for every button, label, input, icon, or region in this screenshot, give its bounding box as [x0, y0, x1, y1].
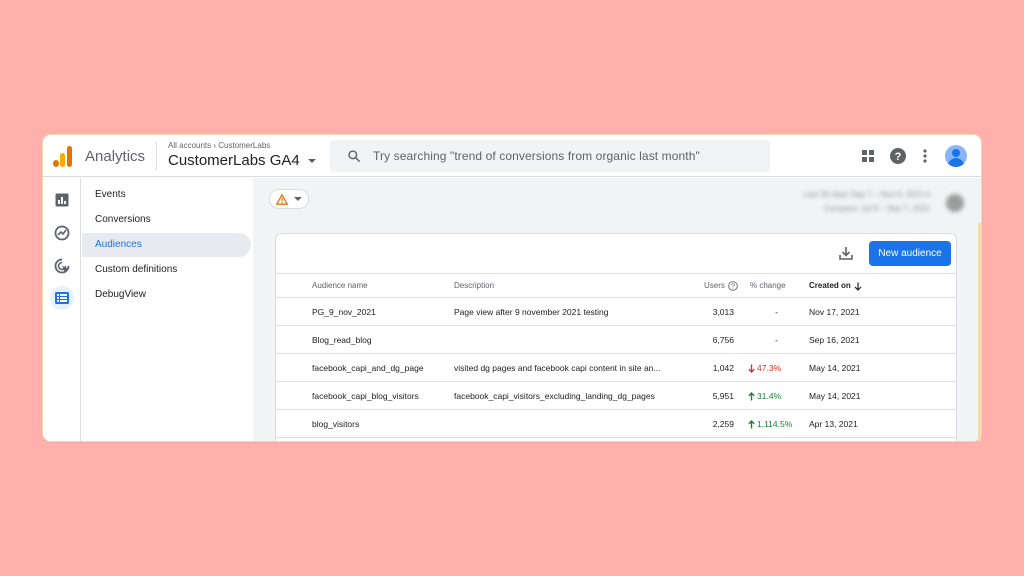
- audience-description: [454, 410, 674, 438]
- audience-created: May 14, 2021: [809, 391, 861, 401]
- audience-description: facebook_capi_visitors_excluding_landing…: [454, 391, 655, 401]
- audience-created: Nov 17, 2021: [809, 307, 860, 317]
- reports-icon[interactable]: [52, 190, 72, 210]
- audience-created: Apr 13, 2021: [809, 419, 858, 429]
- audience-users: 3,013: [712, 307, 734, 317]
- audience-description: [454, 326, 674, 354]
- header-description[interactable]: Description: [454, 274, 494, 298]
- account-breadcrumb[interactable]: All accounts › CustomerLabs: [168, 141, 270, 150]
- audience-created: Sep 16, 2021: [809, 335, 860, 345]
- arrow-upward-icon: [748, 391, 755, 400]
- svg-text:?: ?: [731, 284, 735, 291]
- search-bar[interactable]: Try searching "trend of conversions from…: [330, 140, 770, 172]
- audiences-card: New audience Audience name Description U…: [275, 233, 957, 441]
- audience-name[interactable]: facebook_capi_blog_visitors: [312, 382, 419, 410]
- audience-change: 1,114.5%: [748, 410, 792, 438]
- header-created-on-label: Created on: [809, 281, 851, 290]
- table-row[interactable]: blog_visitors 2,259 1,114.5% Apr 13, 202…: [276, 410, 956, 438]
- nav-item-debugview[interactable]: DebugView: [82, 283, 251, 307]
- top-bar: Analytics All accounts › CustomerLabs Cu…: [43, 135, 981, 177]
- configure-icon[interactable]: [50, 286, 74, 310]
- header-created-on[interactable]: Created on: [809, 274, 862, 298]
- scrollbar[interactable]: [978, 223, 981, 441]
- configure-nav: Events Conversions Audiences Custom defi…: [82, 178, 252, 441]
- audience-change: 31.4%: [748, 382, 781, 410]
- audience-name[interactable]: blog_visitors: [312, 410, 359, 438]
- warning-chip[interactable]: [269, 189, 309, 209]
- audience-users: 1,042: [712, 363, 734, 373]
- arrow-down-icon: [854, 282, 862, 291]
- audience-name[interactable]: Blog_read_blog: [312, 326, 372, 354]
- search-input[interactable]: Try searching "trend of conversions from…: [373, 149, 700, 163]
- arrow-downward-icon: [748, 364, 755, 373]
- analytics-logo-icon[interactable]: [53, 145, 73, 167]
- advertising-icon[interactable]: [52, 256, 72, 276]
- avatar[interactable]: [945, 145, 967, 167]
- audience-change: 47.3%: [748, 354, 781, 382]
- table-row[interactable]: PG_9_nov_2021 Page view after 9 november…: [276, 298, 956, 326]
- new-audience-button[interactable]: New audience: [869, 241, 951, 266]
- explore-icon[interactable]: [52, 223, 72, 243]
- audience-description: visited dg pages and facebook capi conte…: [454, 363, 661, 373]
- table-row[interactable]: Blog_read_blog 6,756 - Sep 16, 2021: [276, 326, 956, 354]
- left-rail: [43, 178, 81, 441]
- apps-grid-icon[interactable]: [859, 147, 877, 165]
- help-icon[interactable]: ?: [728, 281, 738, 291]
- search-icon: [348, 150, 360, 162]
- chevron-down-icon: [307, 158, 316, 163]
- header-audience-name[interactable]: Audience name: [312, 274, 368, 298]
- table-row[interactable]: facebook_capi_and_dg_page visited dg pag…: [276, 354, 956, 382]
- nav-item-events[interactable]: Events: [82, 183, 251, 207]
- date-range-selector[interactable]: Last 30 days Sep 7 – Nov 6, 2021 ▾ Compa…: [778, 184, 978, 224]
- nav-item-conversions[interactable]: Conversions: [82, 208, 251, 232]
- nav-item-audiences[interactable]: Audiences: [82, 233, 251, 257]
- main-content: Last 30 days Sep 7 – Nov 6, 2021 ▾ Compa…: [253, 178, 981, 441]
- date-range-compare: Compare: Jul 9 – Sep 7, 2021: [823, 204, 930, 213]
- audience-name[interactable]: facebook_capi_and_dg_page: [312, 354, 424, 382]
- date-range-icon: [946, 194, 964, 212]
- header-percent-change[interactable]: % change: [750, 274, 786, 298]
- arrow-upward-icon: [748, 419, 755, 428]
- audience-change-value: 31.4%: [757, 391, 782, 401]
- audience-users: 5,951: [712, 391, 734, 401]
- table-row[interactable]: facebook_capi_blog_visitors facebook_cap…: [276, 382, 956, 410]
- audience-change-value: 1,114.5%: [757, 419, 793, 429]
- header-users-label: Users: [704, 281, 725, 290]
- audience-users: 2,259: [712, 419, 734, 429]
- app-name: Analytics: [85, 148, 146, 165]
- help-icon[interactable]: ?: [889, 147, 907, 165]
- audience-created: May 14, 2021: [809, 363, 861, 373]
- audience-change-value: 47.3%: [757, 363, 782, 373]
- audience-change: -: [775, 307, 778, 317]
- divider: [156, 142, 157, 170]
- audience-change: -: [775, 335, 778, 345]
- header-users[interactable]: Users ?: [704, 274, 738, 298]
- date-range-primary: Last 30 days Sep 7 – Nov 6, 2021 ▾: [803, 190, 930, 199]
- warning-icon: [276, 193, 288, 205]
- nav-item-custom-definitions[interactable]: Custom definitions: [82, 258, 251, 282]
- svg-text:?: ?: [895, 151, 902, 163]
- card-toolbar: New audience: [276, 234, 956, 274]
- property-name: CustomerLabs GA4: [168, 152, 300, 169]
- audience-users: 6,756: [712, 335, 734, 345]
- download-icon[interactable]: [838, 245, 854, 261]
- chevron-down-icon: [294, 197, 302, 201]
- more-vert-icon[interactable]: [916, 147, 934, 165]
- analytics-window: Analytics All accounts › CustomerLabs Cu…: [43, 135, 981, 441]
- audience-description: Page view after 9 november 2021 testing: [454, 307, 609, 317]
- audience-name[interactable]: PG_9_nov_2021: [312, 298, 376, 326]
- property-selector[interactable]: CustomerLabs GA4: [168, 152, 316, 169]
